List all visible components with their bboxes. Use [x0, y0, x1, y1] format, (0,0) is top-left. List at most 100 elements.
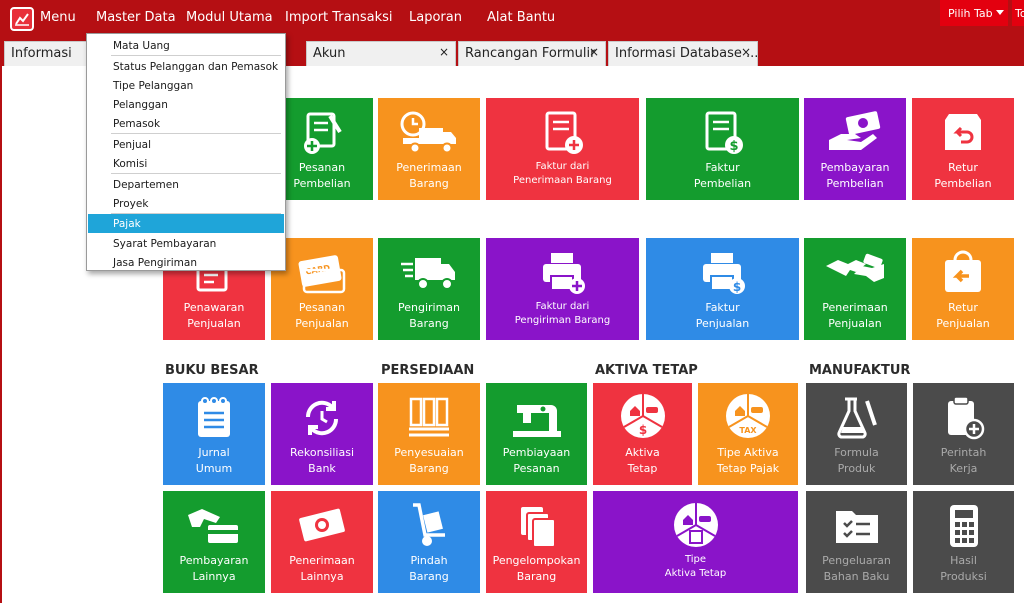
menu-item-departemen[interactable]: Departemen	[88, 175, 284, 194]
menu-item-pajak[interactable]: Pajak	[88, 214, 284, 233]
tile-rekonsiliasi-bank[interactable]: Rekonsiliasi Bank	[271, 383, 373, 485]
close-icon[interactable]: ×	[741, 45, 751, 59]
tile-pembayaran-lainnya[interactable]: Pembayaran Lainnya	[163, 491, 265, 593]
menu-master-data[interactable]: Master Data	[96, 10, 176, 25]
caret-down-icon	[996, 10, 1004, 15]
menu-separator	[111, 173, 281, 174]
menu-alat-bantu[interactable]: Alat Bantu	[487, 10, 555, 25]
menu-separator	[111, 55, 281, 56]
left-border	[0, 66, 2, 603]
return-box-icon	[945, 114, 981, 150]
printer-add-icon	[542, 253, 585, 294]
tile-retur-pembelian[interactable]: Retur Pembelian	[912, 98, 1014, 200]
tile-label: Penerimaan Penjualan	[822, 301, 888, 330]
tile-aktiva-tetap[interactable]: $ Aktiva Tetap	[593, 383, 692, 485]
tile-penerimaan-penjualan[interactable]: Penerimaan Penjualan	[804, 238, 906, 340]
pilih-tab-button[interactable]: Pilih Tab	[940, 0, 1008, 26]
tab-informasi[interactable]: Informasi	[4, 41, 88, 66]
flask-icon	[836, 397, 877, 439]
tile-label: Faktur dari Pengiriman Barang	[514, 301, 611, 326]
tab-informasi-database[interactable]: Informasi Database ... ×	[608, 41, 758, 66]
menu-button[interactable]: Menu	[40, 10, 76, 25]
tile-label: Formula Produk	[834, 446, 879, 475]
tile-pengelompokan-barang[interactable]: Pengelompokan Barang	[486, 491, 587, 593]
tile-faktur-penerimaan-barang[interactable]: Faktur dari Penerimaan Barang	[486, 98, 639, 200]
tile-label: Rekonsiliasi Bank	[289, 446, 355, 475]
tile-tipe-aktiva-tetap-pajak[interactable]: TAX Tipe Aktiva Tetap Pajak	[698, 383, 798, 485]
menu-item-penjual[interactable]: Penjual	[88, 135, 284, 154]
app-window: Menu Master Data Modul Utama Import Tran…	[0, 0, 1024, 603]
tab-label: Rancangan Formulir	[465, 46, 596, 61]
close-icon[interactable]: ×	[589, 45, 599, 59]
tile-retur-penjualan[interactable]: Retur Penjualan	[912, 238, 1014, 340]
tile-penerimaan-barang[interactable]: Penerimaan Barang	[378, 98, 480, 200]
tile-label: Pengiriman Barang	[397, 301, 461, 330]
tab-akun[interactable]: Akun ×	[306, 41, 456, 66]
tile-label: Retur Pembelian	[934, 161, 992, 190]
tile-pesanan-penjualan[interactable]: CARD Pesanan Penjualan	[271, 238, 373, 340]
menu-item-pelanggan[interactable]: Pelanggan	[88, 95, 284, 114]
tile-label: Faktur Pembelian	[693, 161, 752, 190]
menu-item-proyek[interactable]: Proyek	[88, 194, 284, 213]
handshake-money-icon	[826, 253, 884, 282]
menu-modul-utama[interactable]: Modul Utama	[186, 10, 273, 25]
tile-label: Retur Penjualan	[936, 301, 990, 330]
tab-label: Akun	[313, 46, 346, 61]
tile-label: Perintah Kerja	[940, 446, 987, 475]
tile-pengeluaran-bahan-baku[interactable]: Pengeluaran Bahan Baku	[806, 491, 907, 593]
tile-penerimaan-lainnya[interactable]: Penerimaan Lainnya	[271, 491, 373, 593]
tile-pembiayaan-pesanan[interactable]: Pembiayaan Pesanan	[486, 383, 587, 485]
calculator-icon	[949, 505, 978, 547]
dollar-sign: $	[732, 280, 740, 294]
menu-item-jasa-pengiriman[interactable]: Jasa Pengiriman	[88, 253, 284, 272]
tile-label: Penawaran Penjualan	[183, 301, 245, 330]
menu-item-komisi[interactable]: Komisi	[88, 154, 284, 173]
close-icon[interactable]: ×	[439, 45, 449, 59]
tile-label: Tipe Aktiva Tetap Pajak	[716, 446, 780, 475]
app-logo-icon[interactable]	[10, 7, 34, 31]
menu-item-pemasok[interactable]: Pemasok	[88, 114, 284, 133]
section-buku-besar: BUKU BESAR	[165, 363, 259, 378]
tile-pesanan-pembelian[interactable]: Pesanan Pembelian	[271, 98, 373, 200]
tile-faktur-pembelian[interactable]: $ Faktur Pembelian	[646, 98, 799, 200]
tile-label: Pesanan Pembelian	[293, 161, 351, 190]
menu-laporan[interactable]: Laporan	[409, 10, 462, 25]
journal-icon	[198, 397, 230, 437]
tab-rancangan-formulir[interactable]: Rancangan Formulir ×	[458, 41, 606, 66]
tile-faktur-pengiriman-barang[interactable]: Faktur dari Pengiriman Barang	[486, 238, 639, 340]
tile-hasil-produksi[interactable]: Hasil Produksi	[913, 491, 1014, 593]
menu-item-mata-uang[interactable]: Mata Uang	[88, 36, 284, 55]
tile-tipe-aktiva-tetap[interactable]: Tipe Aktiva Tetap	[593, 491, 798, 593]
tile-pembayaran-pembelian[interactable]: Pembayaran Pembelian	[804, 98, 906, 200]
section-aktiva-tetap: AKTIVA TETAP	[595, 363, 698, 378]
tile-penyesuaian-barang[interactable]: Penyesuaian Barang	[378, 383, 480, 485]
toolbar-extra-button[interactable]: To	[1012, 0, 1024, 26]
hand-truck-icon	[413, 503, 445, 546]
tile-faktur-penjualan[interactable]: $ Faktur Penjualan	[646, 238, 799, 340]
tile-pindah-barang[interactable]: Pindah Barang	[378, 491, 480, 593]
sewing-machine-icon	[512, 405, 561, 437]
master-data-dropdown: Mata Uang Status Pelanggan dan Pemasok T…	[86, 33, 286, 271]
menu-item-tipe-pelanggan[interactable]: Tipe Pelanggan	[88, 76, 284, 95]
tile-perintah-kerja[interactable]: Perintah Kerja	[913, 383, 1014, 485]
tile-label: Pembayaran Pembelian	[820, 161, 890, 190]
dollar-sign: $	[729, 139, 738, 154]
printer-dollar-icon: $	[702, 253, 745, 294]
return-bag-icon	[945, 250, 981, 292]
tile-label: Faktur dari Penerimaan Barang	[513, 161, 612, 186]
delivery-truck-icon	[401, 258, 455, 290]
tab-label: Informasi Database ...	[615, 46, 758, 61]
tile-label: Penerimaan Barang	[396, 161, 462, 190]
menu-item-syarat-pembayaran[interactable]: Syarat Pembayaran	[88, 234, 284, 253]
folder-checklist-icon	[835, 511, 878, 543]
menu-item-status-pelanggan-pemasok[interactable]: Status Pelanggan dan Pemasok	[88, 57, 284, 76]
menu-import-transaksi[interactable]: Import Transaksi	[285, 10, 393, 25]
tile-formula-produk[interactable]: Formula Produk	[806, 383, 907, 485]
purchase-order-icon	[304, 112, 342, 154]
tile-pengiriman-barang[interactable]: Pengiriman Barang	[378, 238, 480, 340]
tile-jurnal-umum[interactable]: Jurnal Umum	[163, 383, 265, 485]
reconcile-icon	[305, 400, 339, 436]
tile-label: Penerimaan Lainnya	[289, 554, 355, 583]
tile-label: Penyesuaian Barang	[394, 446, 464, 475]
shelf-icon	[409, 397, 449, 437]
